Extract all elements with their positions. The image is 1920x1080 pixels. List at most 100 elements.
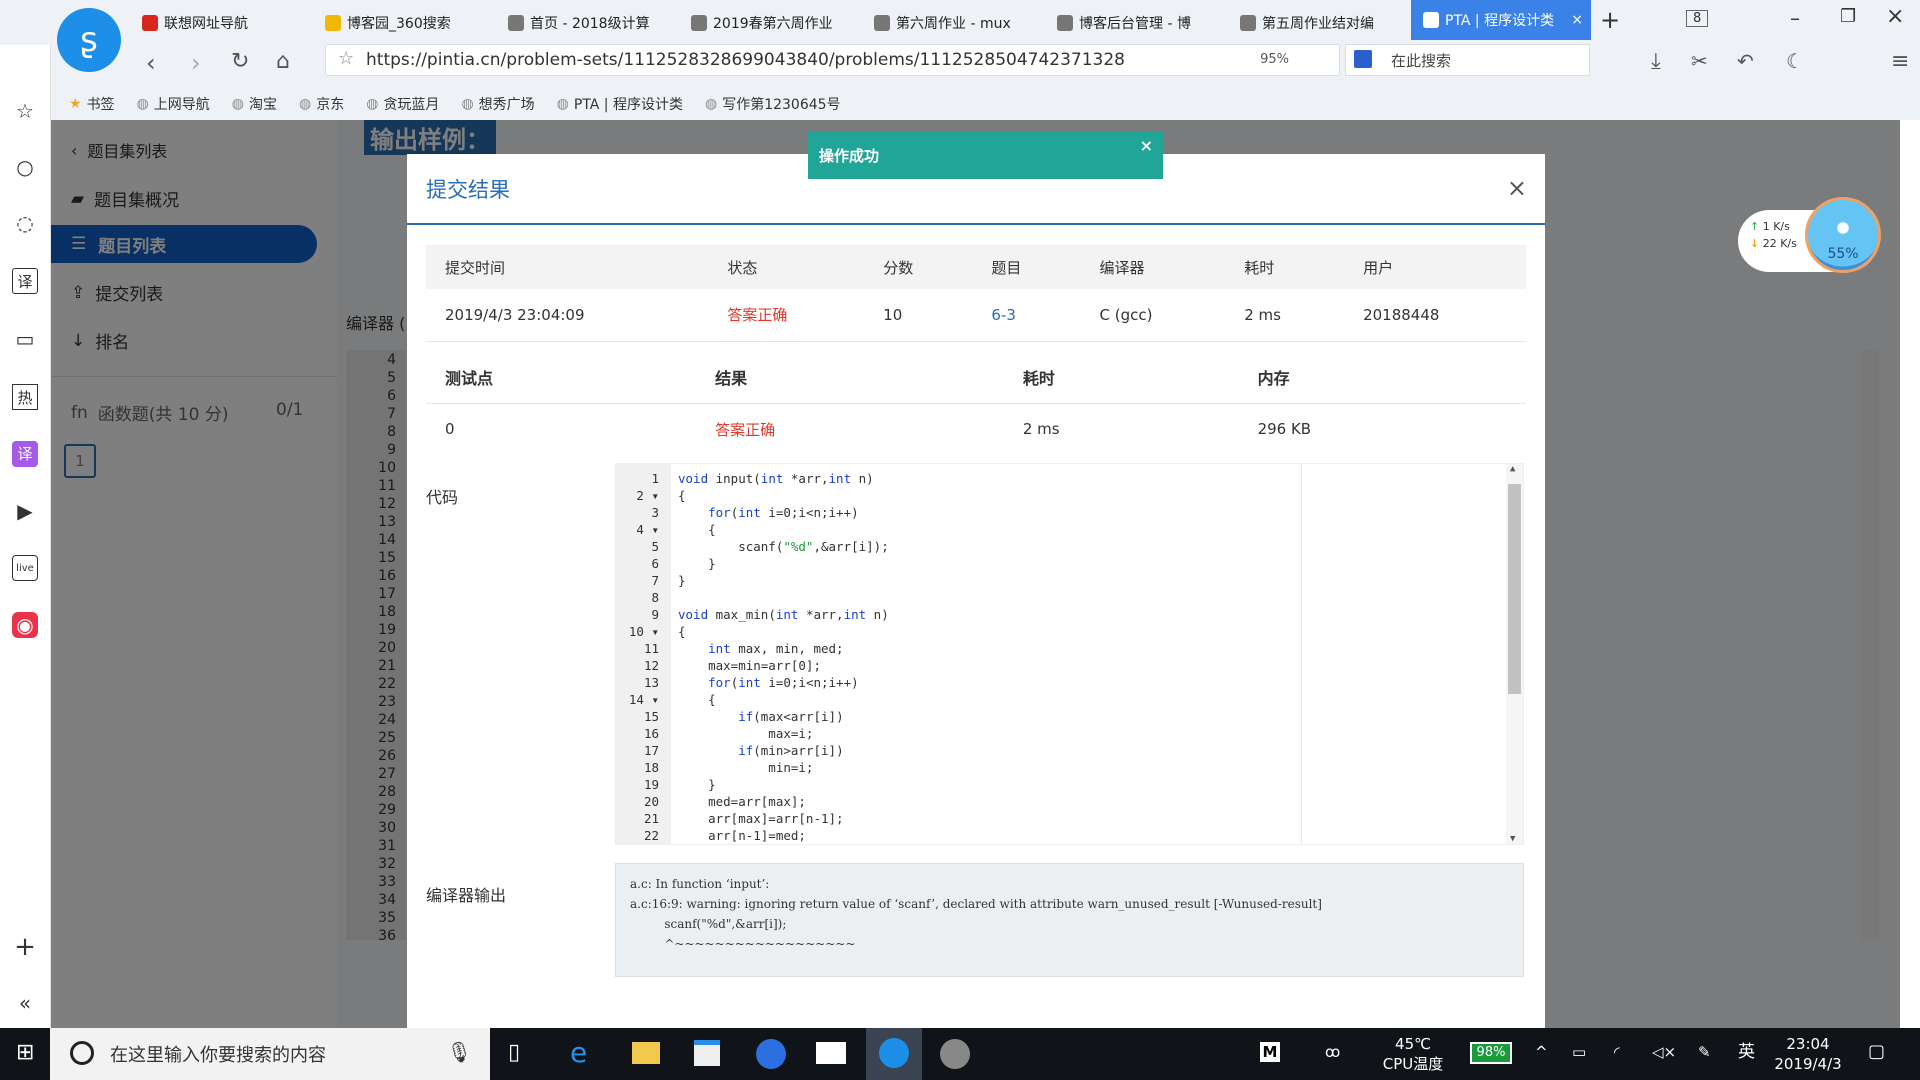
close-window-button[interactable]: × — [1886, 4, 1904, 29]
code-line: } — [678, 777, 716, 792]
forward-icon[interactable]: › — [191, 49, 201, 77]
browser-logo: ʂ — [57, 8, 121, 72]
bookmark-item[interactable]: ◍ 淘宝 — [232, 94, 277, 114]
taskbar-search[interactable]: 在这里输入你要搜索的内容 🎙 — [50, 1028, 490, 1080]
bookmark-item[interactable]: ◍ 想秀广场 — [461, 94, 534, 114]
bookmark-item[interactable]: ◍ PTA | 程序设计类 — [557, 94, 683, 114]
bookmark-label: 贪玩蓝月 — [383, 97, 440, 113]
star-icon[interactable]: ☆ — [12, 98, 38, 124]
battery-indicator[interactable]: 98% — [1470, 1042, 1512, 1064]
cut-icon[interactable]: ✂ — [1691, 49, 1708, 73]
bookmark-label: 上网导航 — [153, 97, 210, 113]
chat-icon[interactable]: ◌ — [12, 210, 38, 236]
scroll-up-icon[interactable]: ▲ — [1510, 464, 1515, 474]
bookmark-star-icon[interactable]: ☆ — [338, 48, 354, 69]
zoom-level[interactable]: 95% — [1260, 52, 1289, 67]
live-icon[interactable]: live — [12, 555, 38, 581]
bookmark-item[interactable]: ◍ 京东 — [299, 94, 344, 114]
collapse-icon[interactable]: « — [12, 990, 38, 1016]
compiler-output[interactable]: a.c: In function ‘input’: a.c:16:9: warn… — [615, 863, 1524, 977]
translate-icon[interactable]: 译 — [12, 268, 38, 294]
edge-icon[interactable]: e — [570, 1036, 587, 1069]
tab[interactable]: 第六周作业 - mux — [862, 6, 1042, 40]
clock[interactable]: 23:04 2019/4/3 — [1768, 1034, 1848, 1074]
media-app-icon[interactable] — [940, 1039, 970, 1069]
new-tab-button[interactable]: + — [1600, 6, 1620, 34]
close-icon[interactable]: × — [1507, 174, 1527, 202]
scroll-down-icon[interactable]: ▼ — [1510, 834, 1515, 844]
translate-app-icon[interactable]: 译 — [12, 441, 38, 467]
add-icon[interactable]: + — [12, 934, 38, 960]
tab[interactable]: 第五周作业结对编 — [1228, 6, 1408, 40]
address-bar[interactable]: ☆ https://pintia.cn/problem-sets/1112528… — [325, 44, 1340, 76]
search-placeholder: 在此搜索 — [1391, 51, 1452, 70]
maximize-button[interactable]: ❐ — [1840, 6, 1856, 27]
table-cell[interactable]: 6-3 — [972, 289, 1080, 341]
microphone-icon[interactable]: 🎙 — [447, 1040, 472, 1064]
scrollbar-thumb[interactable] — [1508, 484, 1521, 694]
menu-icon[interactable]: ≡ — [1891, 49, 1909, 74]
close-tab-icon[interactable]: × — [1571, 12, 1583, 28]
column-header: 内存 — [1257, 368, 1290, 388]
night-icon[interactable]: ☾ — [1786, 49, 1804, 73]
editor-scrollbar[interactable]: ▲ ▼ — [1506, 464, 1523, 844]
search-icon[interactable]: ○ — [12, 154, 38, 180]
code-line: { — [678, 488, 686, 503]
bookmark-item[interactable]: ◍ 写作第1230645号 — [705, 94, 841, 114]
download-icon[interactable]: ⤓ — [1651, 49, 1661, 74]
tab[interactable]: 首页 - 2018级计算 — [496, 6, 676, 40]
tab[interactable]: 联想网址导航 — [130, 6, 310, 40]
hot-icon[interactable]: 热 — [12, 384, 38, 410]
tab[interactable]: 博客园_360搜索 — [313, 6, 493, 40]
mail-icon[interactable] — [816, 1042, 846, 1064]
store-icon[interactable] — [694, 1040, 720, 1066]
app-icon[interactable]: ◉ — [12, 612, 38, 638]
tab[interactable]: 2019春第六周作业 — [679, 6, 859, 40]
mute-icon[interactable]: ◁× — [1652, 1042, 1676, 1062]
search-engine-icon[interactable] — [1354, 50, 1372, 68]
memory-percent: 55% — [1827, 246, 1859, 262]
home-icon[interactable]: ⌂ — [276, 49, 290, 74]
pen-icon[interactable]: ✎ — [1698, 1042, 1711, 1062]
back-icon[interactable]: ‹ — [146, 49, 156, 77]
start-button[interactable]: ⊞ — [16, 1040, 34, 1065]
wifi-icon[interactable]: ◜ — [1614, 1042, 1620, 1062]
bookmark-label: 书签 — [86, 97, 115, 113]
cpu-temp[interactable]: 45℃ CPU温度 — [1378, 1034, 1448, 1074]
bookmark-item[interactable]: ★ 书签 — [69, 94, 115, 114]
undo-icon[interactable]: ↶ — [1737, 49, 1754, 73]
globe-icon: ◍ — [461, 96, 474, 112]
m-tray-icon[interactable]: M — [1260, 1042, 1280, 1062]
ime-indicator[interactable]: 英 — [1738, 1042, 1755, 1062]
minimize-button[interactable]: – — [1790, 6, 1800, 30]
bookmark-item[interactable]: ◍ 上网导航 — [137, 94, 210, 114]
file-explorer-icon[interactable] — [632, 1042, 660, 1064]
line-number: 1 — [651, 471, 659, 486]
down-arrow-icon: ↓ — [1750, 237, 1760, 250]
battery-icon[interactable]: ▭ — [1572, 1042, 1586, 1062]
task-view-icon[interactable]: ▯ — [508, 1040, 520, 1065]
reload-icon[interactable]: ↻ — [231, 49, 249, 74]
search-input[interactable]: 在此搜索 — [1345, 44, 1590, 76]
clock-app-icon[interactable] — [756, 1039, 786, 1069]
tab-favicon-icon — [691, 15, 707, 31]
tab[interactable]: PTA | 程序设计类 × — [1411, 0, 1591, 40]
column-header: 题目 — [991, 258, 1022, 277]
tab-favicon-icon — [325, 15, 341, 31]
table-cell: 2019/4/3 23:04:09 — [445, 305, 585, 324]
browser-taskbar-icon[interactable] — [866, 1028, 922, 1080]
tab[interactable]: 博客后台管理 - 博 — [1045, 6, 1225, 40]
memory-ball[interactable]: 55% — [1805, 197, 1881, 273]
bookmark-item[interactable]: ◍ 贪玩蓝月 — [366, 94, 439, 114]
column-header: 分数 — [883, 258, 914, 277]
code-editor[interactable]: 1 2 ▾ 3 4 ▾ 5 6 7 8 9 10 ▾ 11 12 13 14 ▾ 15 … — [615, 463, 1524, 845]
video-icon[interactable]: ▶ — [12, 498, 38, 524]
storage-icon[interactable]: ▭ — [12, 326, 38, 352]
notification-icon[interactable]: ▢ — [1868, 1042, 1885, 1062]
chevron-up-icon[interactable]: ^ — [1535, 1042, 1548, 1062]
table-cell: 10 — [883, 305, 903, 324]
line-number: 5 — [651, 539, 659, 554]
people-icon[interactable]: ꝏ — [1325, 1042, 1340, 1062]
toast-close-icon[interactable]: × — [1140, 136, 1153, 155]
tab-count[interactable]: 8 — [1686, 10, 1709, 27]
